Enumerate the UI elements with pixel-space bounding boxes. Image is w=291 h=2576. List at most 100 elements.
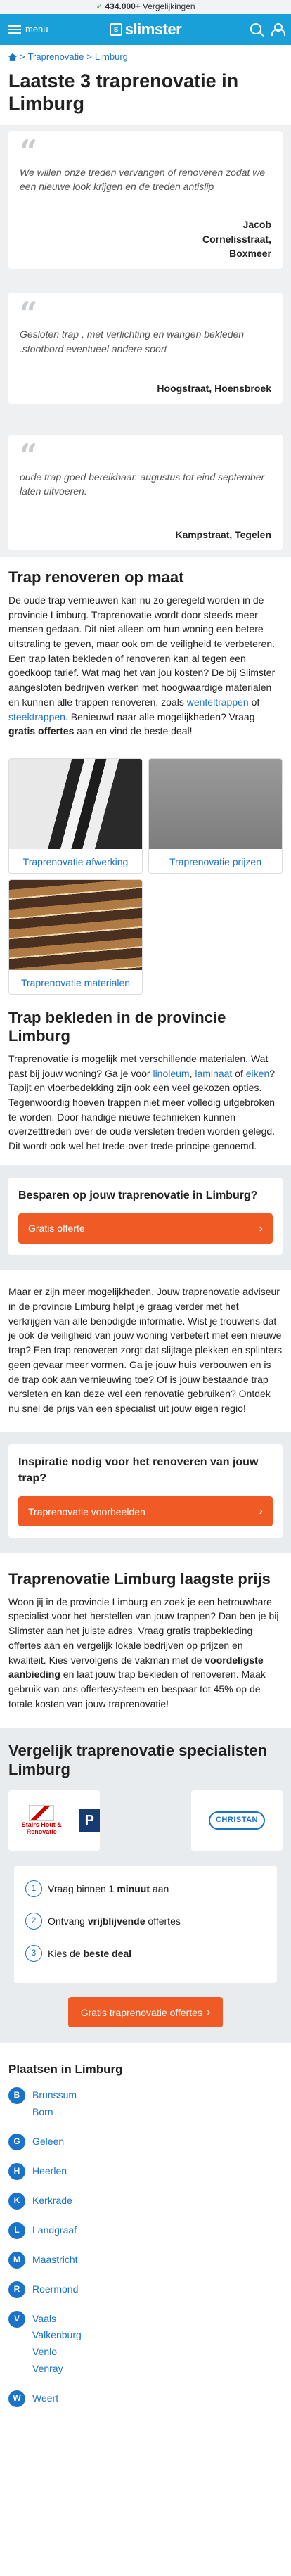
places-letter-group: W Weert — [8, 2390, 283, 2407]
place-link[interactable]: Valkenburg — [32, 2327, 82, 2344]
stairs-image — [9, 880, 142, 971]
letter-badge: R — [8, 2281, 25, 2298]
quote-icon: “ — [20, 133, 38, 170]
place-link[interactable]: Landgraaf — [32, 2222, 77, 2239]
home-icon[interactable] — [8, 53, 17, 61]
page-title: Laatste 3 traprenovatie in Limburg — [8, 70, 239, 115]
places-letter-group: M Maastricht — [8, 2251, 283, 2269]
cta-card: Besparen op jouw traprenovatie in Limbur… — [8, 1177, 283, 1256]
places-list: B Brunssum Born G Geleen H Heerlen K Kerkrade L La… — [8, 2087, 283, 2407]
place-link[interactable]: Kerkrade — [32, 2193, 72, 2210]
link-eiken[interactable]: eiken — [246, 1068, 269, 1079]
tile-materialen[interactable]: Traprenovatie materialen — [8, 879, 143, 995]
tile-label: Traprenovatie afwerking — [22, 856, 129, 868]
quote-icon: “ — [20, 438, 38, 474]
section-text: De oude trap vernieuwen kan nu zo gerege… — [8, 594, 276, 737]
compare-section: Vergelijk traprenovatie specialisten Lim… — [0, 1728, 291, 2043]
section-mogelijkheden: Maar er zijn meer mogelijkheden. Jouw tr… — [0, 1270, 291, 1431]
places-letter-group: R Roermond — [8, 2281, 283, 2298]
quote-icon: “ — [20, 295, 38, 332]
review-author: Hoogstraat, Hoensbroek — [157, 383, 271, 395]
menu-button[interactable]: menu — [8, 23, 72, 37]
tile-label: Traprenovatie materialen — [20, 977, 131, 989]
review-text: Gesloten trap , met verlichting en wange… — [20, 329, 245, 355]
brand-name: slimster — [124, 20, 182, 39]
places-letter-group: H Heerlen — [8, 2162, 283, 2180]
chevron-right-icon: › — [206, 2006, 211, 2019]
tile-afwerking[interactable]: Traprenovatie afwerking — [8, 758, 143, 874]
section-title: Traprenovatie Limburg laagste prijs — [8, 1570, 271, 1588]
account-icon[interactable] — [271, 23, 285, 36]
check-icon: ✓ — [96, 1, 103, 12]
place-link[interactable]: Venray — [32, 2361, 82, 2378]
tile-label: Traprenovatie prijzen — [169, 856, 261, 868]
section-trap-renoveren: Trap renoveren op maat De oude trap vern… — [0, 557, 291, 750]
places-letter-group: L Landgraaf — [8, 2221, 283, 2239]
company-logos: Stairs Hout & Renovatie P CHRISTAN — [8, 1790, 283, 1851]
letter-badge: H — [8, 2162, 25, 2180]
company-logo[interactable]: Stairs Hout & Renovatie P — [8, 1790, 100, 1851]
chevron-right-icon: › — [259, 1505, 263, 1518]
places-letter-group: V Vaals Valkenburg Venlo Venray — [8, 2310, 283, 2378]
hamburger-icon — [8, 25, 21, 34]
section-text: Traprenovatie is mogelijk met verschille… — [8, 1052, 276, 1152]
cta-title: Inspiratie nodig voor het renoveren van … — [18, 1455, 259, 1484]
logo-mark-icon: s — [109, 23, 122, 36]
company-logo[interactable]: CHRISTAN — [191, 1790, 283, 1851]
comparison-count: 434.000+ — [105, 1, 141, 12]
steps-card: 1 Vraag binnen 1 minuut aan 2 Ontvang vr… — [14, 1866, 277, 1984]
link-laminaat[interactable]: laminaat — [195, 1068, 232, 1079]
breadcrumb-traprenovatie[interactable]: Traprenovatie — [28, 51, 84, 64]
review-card: “ We willen onze treden vervangen of ren… — [8, 130, 283, 269]
place-link[interactable]: Venlo — [32, 2344, 82, 2361]
category-tiles: Traprenovatie afwerking Traprenovatie pr… — [0, 750, 291, 995]
link-linoleum[interactable]: linoleum — [153, 1068, 189, 1079]
review-card: “ oude trap goed bereikbaar. augustus to… — [8, 435, 283, 551]
menu-label: menu — [25, 23, 48, 34]
tile-prijzen[interactable]: Traprenovatie prijzen — [148, 758, 283, 874]
place-link[interactable]: Vaals — [32, 2311, 82, 2328]
letter-badge: K — [8, 2192, 25, 2210]
step-item: 2 Ontvang vrijblijvende offertes — [25, 1913, 266, 1930]
place-link[interactable]: Heerlen — [32, 2163, 67, 2180]
stairs-image — [9, 759, 142, 850]
cta-besparen: Besparen op jouw traprenovatie in Limbur… — [0, 1164, 291, 1271]
link-steektrappen[interactable]: steektrappen — [8, 711, 65, 722]
section-laagste-prijs: Traprenovatie Limburg laagste prijs Woon… — [0, 1553, 291, 1728]
letter-badge: V — [8, 2310, 25, 2328]
letter-badge: M — [8, 2251, 25, 2269]
review-author: Jacob Cornelisstraat, Boxmeer — [202, 219, 271, 259]
reviews-section: “ We willen onze treden vervangen of ren… — [0, 125, 291, 558]
comparison-label: Vergelijkingen — [142, 1, 195, 12]
gratis-offerte-button[interactable]: Gratis offerte › — [18, 1213, 273, 1244]
letter-badge: W — [8, 2390, 25, 2407]
breadcrumb-limburg[interactable]: Limburg — [95, 51, 128, 64]
section-title: Trap bekleden in de provincie Limburg — [8, 1009, 226, 1045]
letter-badge: L — [8, 2221, 25, 2239]
voorbeelden-button[interactable]: Traprenovatie voorbeelden › — [18, 1496, 273, 1527]
step-item: 3 Kies de beste deal — [25, 1945, 266, 1963]
place-link[interactable]: Maastricht — [32, 2252, 78, 2269]
review-author: Kampstraat, Tegelen — [175, 529, 271, 541]
places-section: Plaatsen in Limburg B Brunssum Born G Geleen… — [0, 2043, 291, 2433]
place-link[interactable]: Brunssum — [32, 2087, 77, 2104]
search-icon[interactable] — [250, 23, 261, 34]
stairs-image — [149, 759, 282, 850]
place-link[interactable]: Born — [32, 2104, 77, 2121]
review-card: “ Gesloten trap , met verlichting en wan… — [8, 293, 283, 404]
step-item: 1 Vraag binnen 1 minuut aan — [25, 1880, 266, 1898]
compare-title: Vergelijk traprenovatie specialisten Lim… — [8, 1742, 268, 1778]
places-letter-group: G Geleen — [8, 2133, 283, 2150]
place-link[interactable]: Geleen — [32, 2134, 64, 2150]
cta-card: Inspiratie nodig voor het renoveren van … — [8, 1443, 283, 1538]
place-link[interactable]: Weert — [32, 2390, 58, 2407]
places-letter-group: B Brunssum Born — [8, 2087, 283, 2121]
chevron-right-icon: › — [259, 1223, 263, 1235]
place-link[interactable]: Roermond — [32, 2281, 78, 2298]
site-logo[interactable]: s slimster — [72, 18, 219, 41]
gratis-offertes-button[interactable]: Gratis traprenovatie offertes › — [68, 1997, 223, 2028]
cta-inspiratie: Inspiratie nodig voor het renoveren van … — [0, 1431, 291, 1554]
link-wenteltrappen[interactable]: wenteltrappen — [187, 696, 249, 708]
breadcrumb: > Traprenovatie > Limburg — [0, 45, 291, 70]
review-text: We willen onze treden vervangen of renov… — [20, 166, 266, 193]
